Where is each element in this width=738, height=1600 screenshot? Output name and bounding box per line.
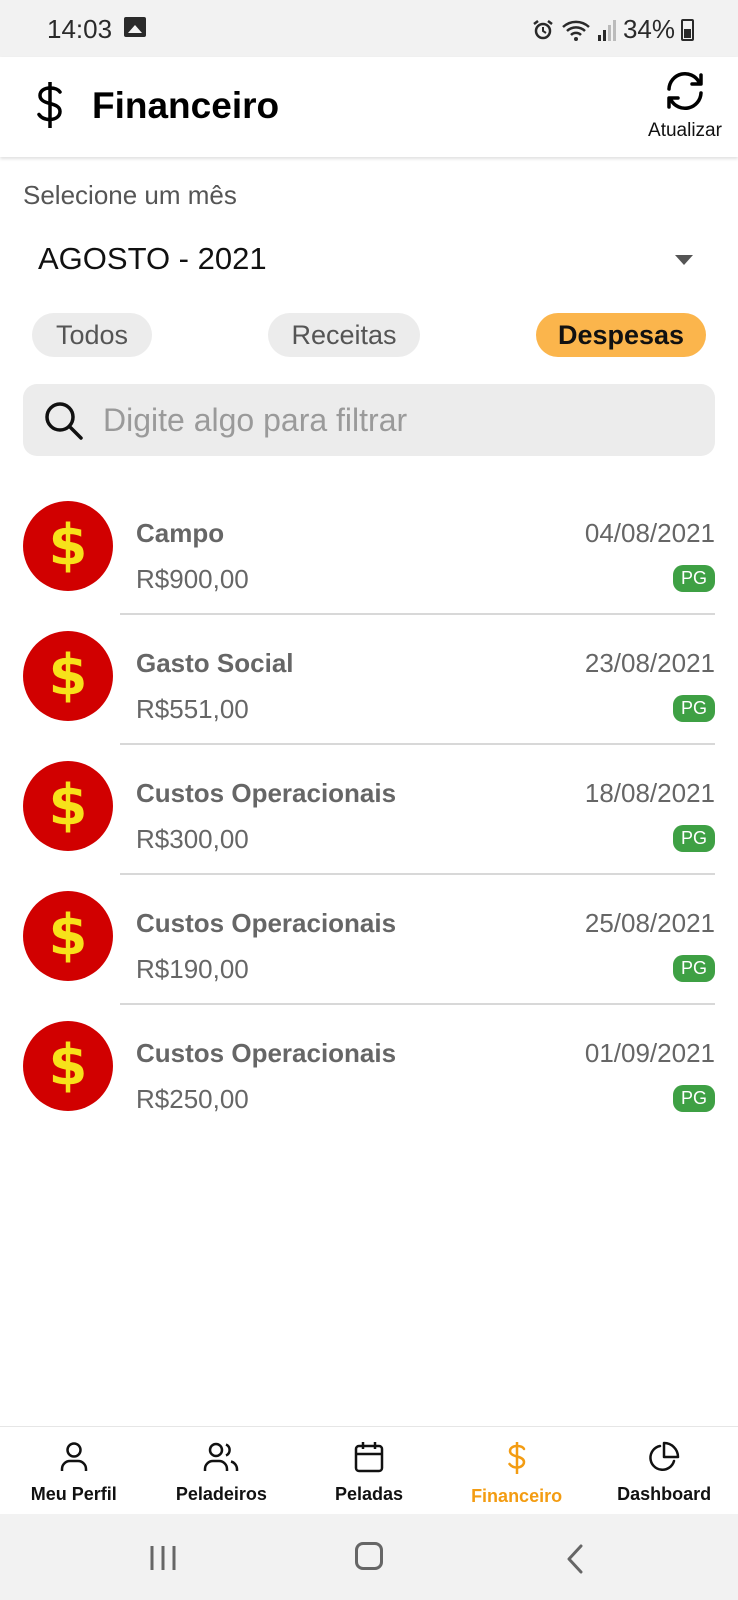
user-icon bbox=[60, 1442, 88, 1471]
nav-item-meu-perfil[interactable]: Meu Perfil bbox=[0, 1427, 148, 1514]
signal-icon bbox=[597, 19, 616, 41]
dollar-avatar-icon: $ bbox=[23, 1021, 113, 1111]
bottom-nav: Meu Perfil Peladeiros Peladas Financeiro bbox=[0, 1426, 738, 1514]
item-title: Custos Operacionais bbox=[136, 908, 397, 938]
filter-chip-despesas[interactable]: Despesas bbox=[536, 313, 706, 357]
nav-label: Financeiro bbox=[471, 1486, 563, 1506]
pie-chart-icon bbox=[649, 1441, 680, 1471]
status-bar: 14:03 34% bbox=[0, 0, 738, 57]
status-badge: PG bbox=[672, 825, 715, 852]
nav-item-peladeiros[interactable]: Peladeiros bbox=[148, 1427, 296, 1514]
nav-label: Meu Perfil bbox=[30, 1484, 117, 1504]
alarm-icon bbox=[533, 19, 553, 39]
home-button-icon[interactable] bbox=[355, 1542, 383, 1570]
image-icon bbox=[124, 17, 146, 37]
status-badge: PG bbox=[672, 955, 715, 982]
list-item[interactable]: $ Custos Operacionais R$250,00 01/09/202… bbox=[0, 1005, 738, 1135]
recent-apps-icon[interactable] bbox=[148, 1544, 178, 1572]
transaction-list: $ Campo R$900,00 04/08/2021 PG $ Gasto S… bbox=[0, 485, 738, 1135]
item-amount: R$250,00 bbox=[136, 1084, 249, 1114]
nav-item-dashboard[interactable]: Dashboard bbox=[590, 1427, 738, 1514]
dollar-avatar-icon: $ bbox=[23, 891, 113, 981]
status-badge: PG bbox=[672, 695, 715, 722]
refresh-label: Atualizar bbox=[648, 120, 722, 141]
page-title: Financeiro bbox=[92, 85, 280, 126]
item-amount: R$300,00 bbox=[136, 824, 249, 854]
nav-item-peladas[interactable]: Peladas bbox=[295, 1427, 443, 1514]
search-icon bbox=[45, 402, 83, 440]
list-item[interactable]: $ Custos Operacionais R$300,00 18/08/202… bbox=[0, 745, 738, 875]
nav-item-financeiro[interactable]: Financeiro bbox=[443, 1427, 591, 1514]
status-icons: 34% bbox=[531, 14, 694, 45]
dollar-icon bbox=[37, 82, 62, 128]
item-date: 01/09/2021 bbox=[584, 1038, 715, 1068]
search-input[interactable] bbox=[103, 384, 693, 456]
refresh-icon bbox=[667, 72, 703, 110]
item-date: 25/08/2021 bbox=[584, 908, 715, 938]
battery-percent: 34% bbox=[622, 14, 675, 44]
dollar-avatar-icon: $ bbox=[23, 501, 113, 591]
status-time: 14:03 bbox=[47, 14, 113, 44]
item-amount: R$551,00 bbox=[136, 694, 249, 724]
list-item[interactable]: $ Campo R$900,00 04/08/2021 PG bbox=[0, 485, 738, 615]
app-header: Financeiro Atualizar bbox=[0, 57, 738, 157]
nav-label: Peladeiros bbox=[175, 1484, 267, 1504]
item-title: Custos Operacionais bbox=[136, 1038, 397, 1068]
list-item[interactable]: $ Custos Operacionais R$190,00 25/08/202… bbox=[0, 875, 738, 1005]
dollar-avatar-icon: $ bbox=[23, 631, 113, 721]
nav-label: Dashboard bbox=[617, 1484, 712, 1504]
item-amount: R$900,00 bbox=[136, 564, 249, 594]
month-dropdown[interactable]: AGOSTO - 2021 bbox=[23, 225, 715, 295]
filter-chip-receitas[interactable]: Receitas bbox=[268, 313, 420, 357]
dollar-icon bbox=[507, 1442, 525, 1474]
item-date: 04/08/2021 bbox=[584, 518, 715, 548]
month-value: AGOSTO - 2021 bbox=[38, 241, 267, 276]
item-title: Campo bbox=[136, 518, 225, 548]
dropdown-arrow-icon bbox=[675, 255, 693, 265]
dollar-avatar-icon: $ bbox=[23, 761, 113, 851]
nav-label: Peladas bbox=[334, 1484, 403, 1504]
battery-icon bbox=[681, 18, 694, 41]
item-amount: R$190,00 bbox=[136, 954, 249, 984]
item-date: 23/08/2021 bbox=[584, 648, 715, 678]
month-select-label: Selecione um mês bbox=[23, 180, 237, 210]
item-title: Gasto Social bbox=[136, 648, 294, 678]
calendar-icon bbox=[354, 1442, 384, 1473]
filter-chip-todos[interactable]: Todos bbox=[32, 313, 152, 357]
search-bar bbox=[23, 384, 715, 456]
status-badge: PG bbox=[672, 565, 715, 592]
list-item[interactable]: $ Gasto Social R$551,00 23/08/2021 PG bbox=[0, 615, 738, 745]
back-icon[interactable] bbox=[565, 1544, 585, 1574]
wifi-icon bbox=[562, 20, 590, 41]
status-badge: PG bbox=[672, 1085, 715, 1112]
system-nav-bar bbox=[0, 1514, 738, 1600]
item-title: Custos Operacionais bbox=[136, 778, 397, 808]
users-icon bbox=[204, 1442, 239, 1471]
refresh-button[interactable]: Atualizar bbox=[640, 69, 730, 142]
item-date: 18/08/2021 bbox=[584, 778, 715, 808]
